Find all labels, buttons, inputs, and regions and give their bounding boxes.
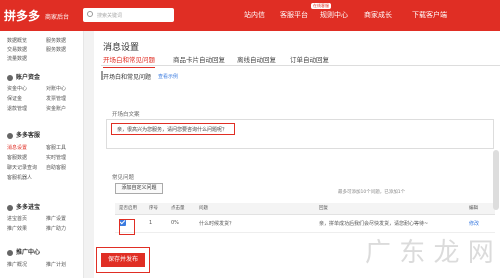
sidebar-item[interactable]: 退款管理 <box>7 105 27 112</box>
page-title: 消息设置 <box>103 43 140 53</box>
tab-product-card-reply[interactable]: 商品卡片自动回复 <box>173 54 225 64</box>
save-and-publish-button[interactable]: 保存并发布 <box>101 253 145 267</box>
sidebar: 数据概览 服务数据 交易数据 服务数据 流量数据 账户资金 资金中心 对账中心 … <box>0 31 84 278</box>
sidebar-item[interactable]: 实时管理 <box>46 154 66 161</box>
table-row: 1 0% 什么时候发货？ 亲，拼单成功后我们会尽快发货，请您耐心等待~ 修改 <box>115 214 495 233</box>
sidebar-item[interactable]: 客服工具 <box>46 144 66 151</box>
scrollbar[interactable] <box>493 150 499 210</box>
col-clicks: 点击量 <box>167 203 195 215</box>
sidebar-item[interactable]: 进宝首页 <box>7 215 27 222</box>
megaphone-icon <box>7 249 13 256</box>
col-reply: 回复 <box>315 203 465 215</box>
sidebar-item[interactable]: 服务数据 <box>46 37 66 44</box>
nav-rules-center[interactable]: 规则中心 <box>320 10 348 20</box>
greeting-label: 开场白文案 <box>112 112 140 118</box>
row-question: 什么时候发货？ <box>195 214 315 233</box>
sidebar-item[interactable]: 对账中心 <box>46 85 66 92</box>
nav-merchant-growth[interactable]: 商家成长 <box>364 10 392 20</box>
table-header-row: 是否启用 序号 点击量 问题 回复 编辑 <box>115 203 495 215</box>
sidebar-item[interactable]: 推广概况 <box>7 261 27 268</box>
col-index: 序号 <box>145 203 167 215</box>
col-enabled: 是否启用 <box>115 203 145 215</box>
sidebar-item-message-settings[interactable]: 消息设置 <box>7 144 27 151</box>
faq-hint: 最多可添加10个问题，已添加1个 <box>338 190 406 195</box>
sidebar-section-ads[interactable]: 推广中心 <box>7 247 40 256</box>
logo: 拼多多 <box>4 9 41 23</box>
wallet-icon <box>7 74 13 81</box>
sidebar-item[interactable]: 推广设置 <box>46 215 66 222</box>
tab-divider <box>101 65 500 66</box>
row-index: 1 <box>145 214 167 233</box>
logo-subtitle: 商家后台 <box>45 14 70 21</box>
sidebar-item[interactable]: 自助客服 <box>46 164 66 171</box>
checkbox-highlight <box>119 219 135 235</box>
search-placeholder: 搜索关键词 <box>97 13 123 19</box>
sidebar-item[interactable]: 客服数据 <box>7 154 27 161</box>
tab-offline-reply[interactable]: 离线自动回复 <box>237 54 276 64</box>
section-title: 开场白和常见问题 <box>103 74 152 81</box>
row-clicks: 0% <box>167 214 195 233</box>
chat-icon <box>7 132 13 139</box>
col-edit: 编辑 <box>465 203 495 215</box>
col-question: 问题 <box>195 203 315 215</box>
watermark: 广 东 龙 网 <box>365 238 494 268</box>
sidebar-item[interactable]: 发票管理 <box>46 95 66 102</box>
online-badge: 在线客服 <box>311 3 331 9</box>
add-custom-question-button[interactable]: 添加自定义问题 <box>115 183 163 194</box>
greeting-text-highlight: 亲，很高兴为您服务，请问您要咨询什么问题呢？ <box>111 123 235 135</box>
sidebar-item[interactable]: 保证金 <box>7 95 22 102</box>
faq-table: 是否启用 序号 点击量 问题 回复 编辑 1 0% 什么时候发货？ 亲，拼单成功… <box>115 203 495 233</box>
faq-label: 常见问题 <box>112 175 135 181</box>
sidebar-item[interactable]: 资金账户 <box>46 105 66 112</box>
sidebar-item[interactable]: 交易数据 <box>7 46 27 53</box>
sidebar-section-promotion[interactable]: 多多进宝 <box>7 202 40 211</box>
search-input[interactable]: 搜索关键词 <box>83 8 174 22</box>
gift-icon <box>7 204 13 211</box>
view-example-link[interactable]: 查看示例 <box>158 73 178 80</box>
search-icon <box>87 11 93 17</box>
edit-link[interactable]: 修改 <box>465 214 495 233</box>
sidebar-section-customer-service[interactable]: 多多客服 <box>7 130 40 139</box>
row-reply: 亲，拼单成功后我们会尽快发货，请您耐心等待~ <box>315 214 465 233</box>
sidebar-item[interactable]: 推广助力 <box>46 225 66 232</box>
nav-download-client[interactable]: 下载客户端 <box>412 10 447 20</box>
sidebar-item[interactable]: 流量数据 <box>7 55 27 62</box>
sidebar-item[interactable]: 数据概览 <box>7 37 27 44</box>
sidebar-section-funds[interactable]: 账户资金 <box>7 72 40 81</box>
sidebar-item[interactable]: 客服机器人 <box>7 174 32 181</box>
sidebar-item[interactable]: 资金中心 <box>7 85 27 92</box>
sidebar-item[interactable]: 服务数据 <box>46 46 66 53</box>
nav-messages[interactable]: 站内信 <box>244 10 265 20</box>
tab-order-reply[interactable]: 订单自动回复 <box>290 54 329 64</box>
top-bar: 拼多多 商家后台 搜索关键词 站内信 客服平台 在线客服 规则中心 商家成长 下… <box>0 0 500 31</box>
greeting-value: 亲，很高兴为您服务，请问您要咨询什么问题呢？ <box>117 127 228 133</box>
nav-service-platform[interactable]: 客服平台 <box>280 10 308 20</box>
sidebar-item[interactable]: 推广效果 <box>7 225 27 232</box>
sidebar-item[interactable]: 推广计划 <box>46 261 66 268</box>
sidebar-item[interactable]: 聊天记录查询 <box>7 164 37 171</box>
